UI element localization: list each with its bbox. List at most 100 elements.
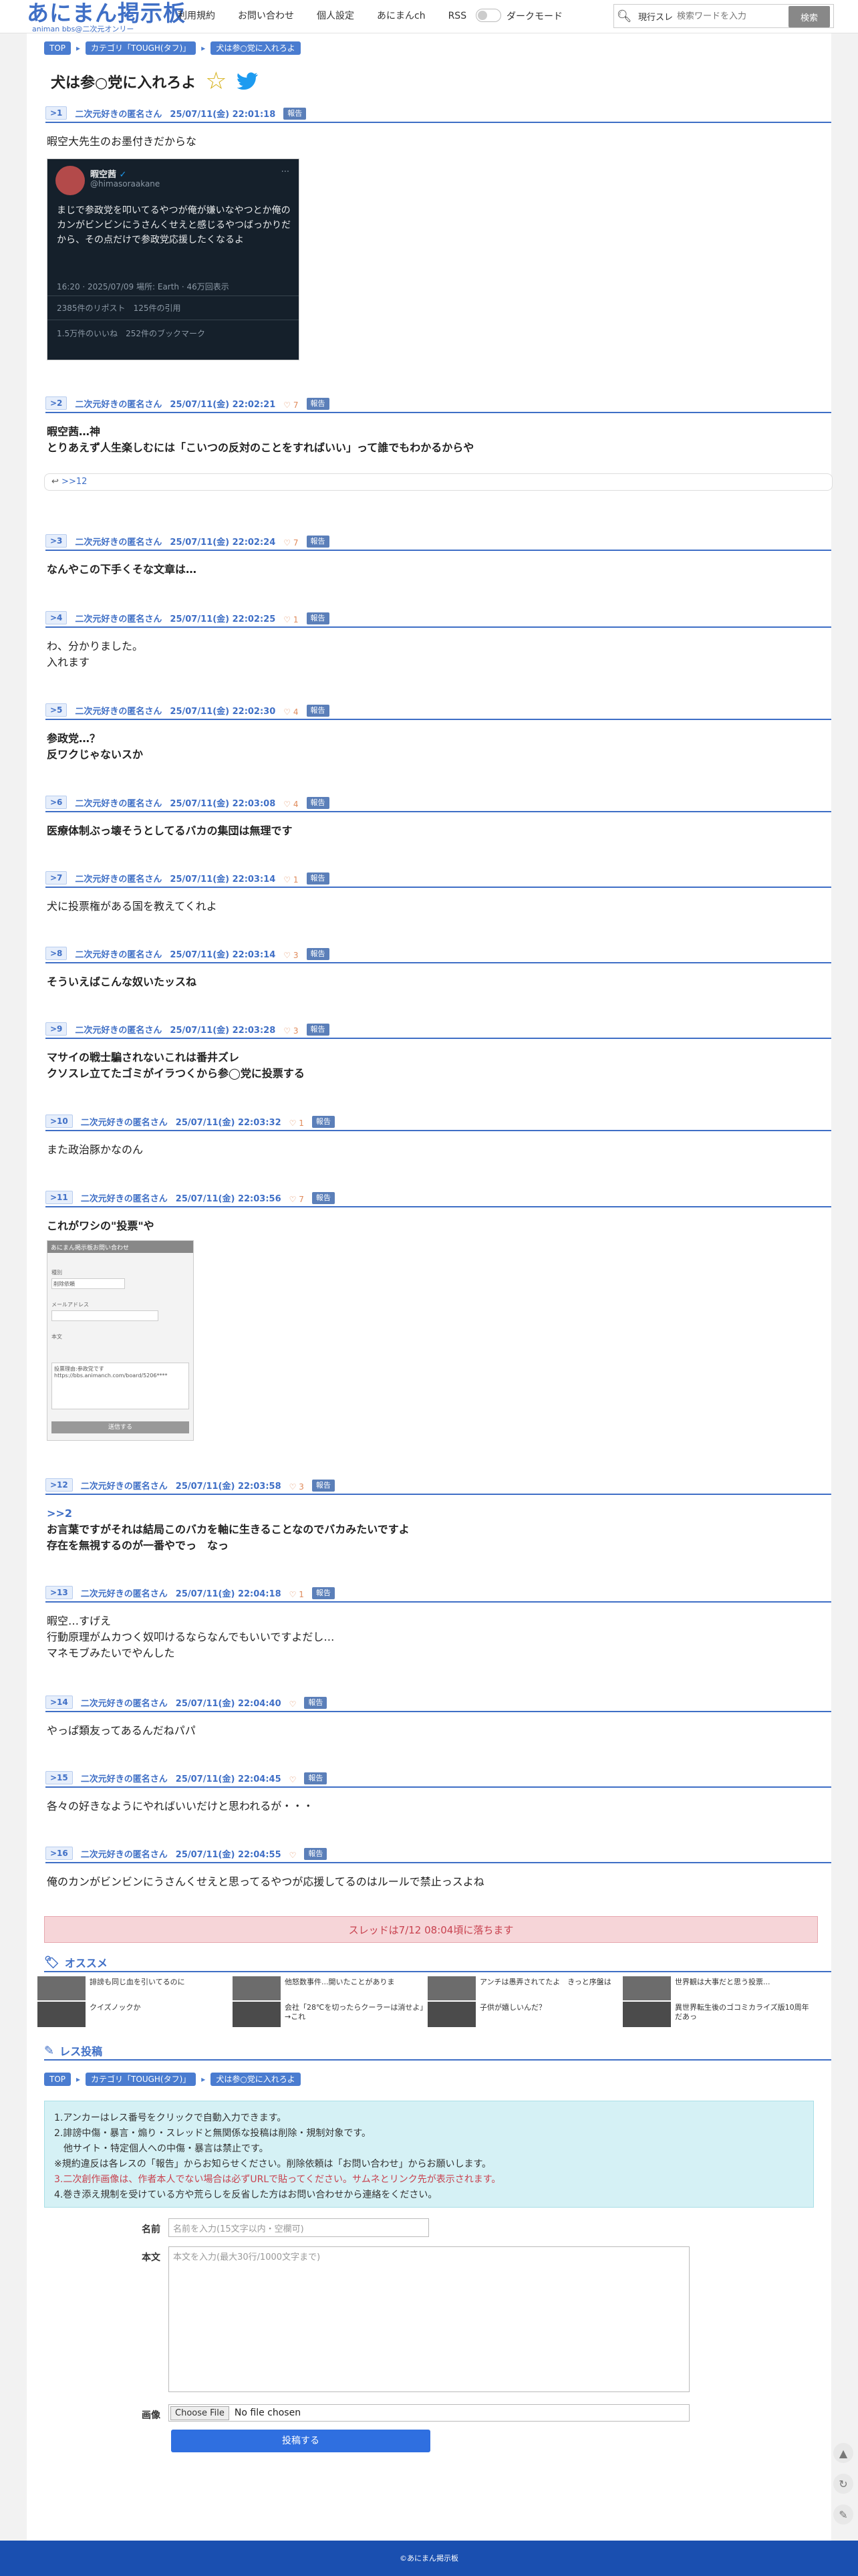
post-body: また政治豚かなのん bbox=[47, 1142, 143, 1158]
report-button[interactable]: 報告 bbox=[306, 398, 329, 410]
breadcrumb-category[interactable]: カテゴリ「TOUGH(タフ)」 bbox=[86, 2073, 196, 2086]
post-form-title-row: ✎ レス投稿 bbox=[44, 2042, 831, 2061]
nav-animanch[interactable]: あにまんch bbox=[377, 9, 426, 23]
post-number[interactable]: >3 bbox=[45, 534, 67, 548]
nav-settings[interactable]: 個人設定 bbox=[317, 9, 354, 23]
nav-terms[interactable]: 利用規約 bbox=[178, 9, 215, 23]
dark-mode-toggle[interactable] bbox=[476, 9, 501, 22]
report-button[interactable]: 報告 bbox=[304, 1848, 327, 1860]
like-heart-icon[interactable]: ♡ 3 bbox=[289, 1482, 304, 1492]
recommend-item[interactable]: アンチは愚弄されてたよ きっと序盤は 子供が嬉しいんだ？ bbox=[428, 1976, 621, 2030]
like-heart-icon[interactable]: ♡ 1 bbox=[289, 1590, 304, 1599]
post-number[interactable]: >1 bbox=[45, 106, 67, 120]
search-scope-select[interactable]: 現行スレ bbox=[634, 10, 677, 23]
post-number[interactable]: >8 bbox=[45, 947, 67, 960]
site-logo[interactable]: あにまん掲示板 animan bbs@二次元オンリー bbox=[27, 1, 186, 33]
post-line: 各々の好きなようにやればいいだけと思われるが・・・ bbox=[47, 1800, 314, 1812]
like-heart-icon[interactable]: ♡ 3 bbox=[283, 1026, 298, 1036]
report-button[interactable]: 報告 bbox=[311, 1480, 335, 1492]
rule-line: 2.誹謗中傷・暴言・煽り・スレッドと無関係な投稿は削除・規制対象です。 bbox=[54, 2128, 371, 2139]
like-heart-icon[interactable]: ♡ bbox=[289, 1700, 297, 1709]
report-button[interactable]: 報告 bbox=[283, 108, 307, 120]
report-button[interactable]: 報告 bbox=[306, 948, 329, 960]
breadcrumb-top[interactable]: TOP bbox=[44, 2073, 72, 2086]
post-number[interactable]: >11 bbox=[45, 1191, 73, 1204]
post-number[interactable]: >15 bbox=[45, 1771, 73, 1784]
post-number[interactable]: >14 bbox=[45, 1695, 73, 1709]
post-number[interactable]: >12 bbox=[45, 1478, 73, 1492]
post-header: >6 二次元好きの匿名さん 25/07/11(金) 22:03:08 ♡ 4 報告 bbox=[45, 796, 831, 812]
post-number[interactable]: >7 bbox=[45, 871, 67, 885]
post-number[interactable]: >10 bbox=[45, 1115, 73, 1128]
post-line: わ、分かりました。 bbox=[47, 640, 144, 653]
like-heart-icon[interactable]: ♡ 1 bbox=[289, 1119, 304, 1128]
scroll-top-icon[interactable]: ▲ bbox=[833, 2443, 853, 2463]
post-number[interactable]: >16 bbox=[45, 1847, 73, 1860]
breadcrumb-category[interactable]: カテゴリ「TOUGH(タフ)」 bbox=[86, 41, 196, 55]
logo-sub: animan bbs@二次元オンリー bbox=[32, 25, 134, 33]
post-header: >9 二次元好きの匿名さん 25/07/11(金) 22:03:28 ♡ 3 報告 bbox=[45, 1022, 831, 1039]
post-number[interactable]: >6 bbox=[45, 796, 67, 809]
recommend-thumb bbox=[428, 1976, 476, 2000]
report-button[interactable]: 報告 bbox=[306, 797, 329, 809]
search-input[interactable] bbox=[677, 11, 778, 21]
report-button[interactable]: 報告 bbox=[306, 872, 329, 885]
favorite-star-icon[interactable]: ☆ bbox=[205, 70, 227, 94]
post-number[interactable]: >9 bbox=[45, 1022, 67, 1036]
report-button[interactable]: 報告 bbox=[304, 1697, 327, 1709]
recommend-item[interactable]: 他怒数事件...開いたことがありま 会社「28℃を切ったらクーラーは消せよ」→こ… bbox=[233, 1976, 426, 2030]
like-heart-icon[interactable]: ♡ bbox=[289, 1775, 297, 1784]
post-author: 二次元好きの匿名さん bbox=[80, 1194, 168, 1204]
twitter-share-icon[interactable] bbox=[236, 72, 259, 91]
post-number[interactable]: >13 bbox=[45, 1586, 73, 1599]
nav-contact[interactable]: お問い合わせ bbox=[238, 9, 294, 23]
like-heart-icon[interactable]: ♡ 1 bbox=[283, 875, 298, 885]
form-image-send: 送信する bbox=[51, 1421, 189, 1433]
recommend-sub: 会社「28℃を切ったらクーラーは消せよ」→これ bbox=[285, 2003, 424, 2021]
report-button[interactable]: 報告 bbox=[306, 536, 329, 548]
report-button[interactable]: 報告 bbox=[306, 612, 329, 624]
breadcrumb-thread[interactable]: 犬は参○党に入れろよ bbox=[210, 41, 301, 55]
like-heart-icon[interactable]: ♡ 4 bbox=[283, 707, 298, 717]
like-heart-icon[interactable]: ♡ 1 bbox=[283, 615, 298, 624]
submit-button[interactable]: 投稿する bbox=[171, 2430, 430, 2452]
report-button[interactable]: 報告 bbox=[311, 1116, 335, 1128]
like-heart-icon[interactable]: ♡ 7 bbox=[289, 1195, 304, 1204]
report-button[interactable]: 報告 bbox=[306, 1024, 329, 1036]
post-number[interactable]: >2 bbox=[45, 396, 67, 410]
post-author: 二次元好きの匿名さん bbox=[75, 874, 162, 885]
name-input[interactable]: 名前を入力(15文字以内・空欄可) bbox=[168, 2218, 429, 2237]
reload-icon[interactable]: ↻ bbox=[833, 2474, 853, 2494]
reply-link[interactable]: >>12 bbox=[61, 477, 87, 487]
like-heart-icon[interactable]: ♡ 3 bbox=[283, 951, 298, 960]
post-image-form[interactable]: あにまん掲示板お問い合わせ 種別 削除依頼 メールアドレス 本文 投票理由:参政… bbox=[47, 1240, 194, 1441]
recommend-item[interactable]: 世界観は大事だと思う投票... 異世界転生後のゴコミカライズ版10周年だあっ bbox=[623, 1976, 817, 2030]
breadcrumb-top[interactable]: TOP bbox=[44, 41, 72, 55]
image-file-input[interactable]: Choose File No file chosen bbox=[168, 2404, 690, 2422]
post-number[interactable]: >5 bbox=[45, 703, 67, 717]
breadcrumb-thread[interactable]: 犬は参○党に入れろよ bbox=[210, 2073, 301, 2086]
header-nav: 利用規約 お問い合わせ 個人設定 あにまんch RSS bbox=[178, 9, 466, 23]
report-button[interactable]: 報告 bbox=[304, 1772, 327, 1784]
recommend-thumb bbox=[37, 1976, 86, 2000]
report-button[interactable]: 報告 bbox=[306, 705, 329, 717]
reply-anchor-box[interactable]: ↩ >>12 bbox=[44, 473, 833, 491]
post-line: お言葉ですがそれは結局このバカを軸に生きることなのでバカみたいですよ bbox=[47, 1523, 410, 1536]
like-heart-icon[interactable]: ♡ bbox=[289, 1851, 297, 1860]
report-button[interactable]: 報告 bbox=[311, 1587, 335, 1599]
search-button[interactable]: 検索 bbox=[789, 6, 830, 27]
body-textarea[interactable]: 本文を入力(最大30行/1000文字まで) bbox=[168, 2246, 690, 2392]
post-number[interactable]: >4 bbox=[45, 611, 67, 624]
like-heart-icon[interactable]: ♡ 7 bbox=[283, 400, 298, 410]
tweet-embed[interactable]: 暇空茜 ✓ @himasoraakane ··· まじで参政党を叩いてるやつが俺… bbox=[47, 158, 299, 360]
like-heart-icon[interactable]: ♡ 4 bbox=[283, 800, 298, 809]
choose-file-button[interactable]: Choose File bbox=[170, 2406, 229, 2420]
like-heart-icon[interactable]: ♡ 7 bbox=[283, 538, 298, 548]
anchor-link[interactable]: >>2 bbox=[47, 1506, 410, 1522]
post-line: やっぱ類友ってあるんだねパパ bbox=[47, 1724, 196, 1737]
report-button[interactable]: 報告 bbox=[311, 1192, 335, 1204]
edit-icon[interactable]: ✎ bbox=[833, 2504, 853, 2525]
recommend-item[interactable]: 誹謗も同じ血を引いてるのに クイズノックか bbox=[37, 1976, 231, 2030]
recommend-text: アンチは愚弄されてたよ きっと序盤は bbox=[480, 1978, 611, 1986]
nav-rss[interactable]: RSS bbox=[448, 9, 467, 23]
